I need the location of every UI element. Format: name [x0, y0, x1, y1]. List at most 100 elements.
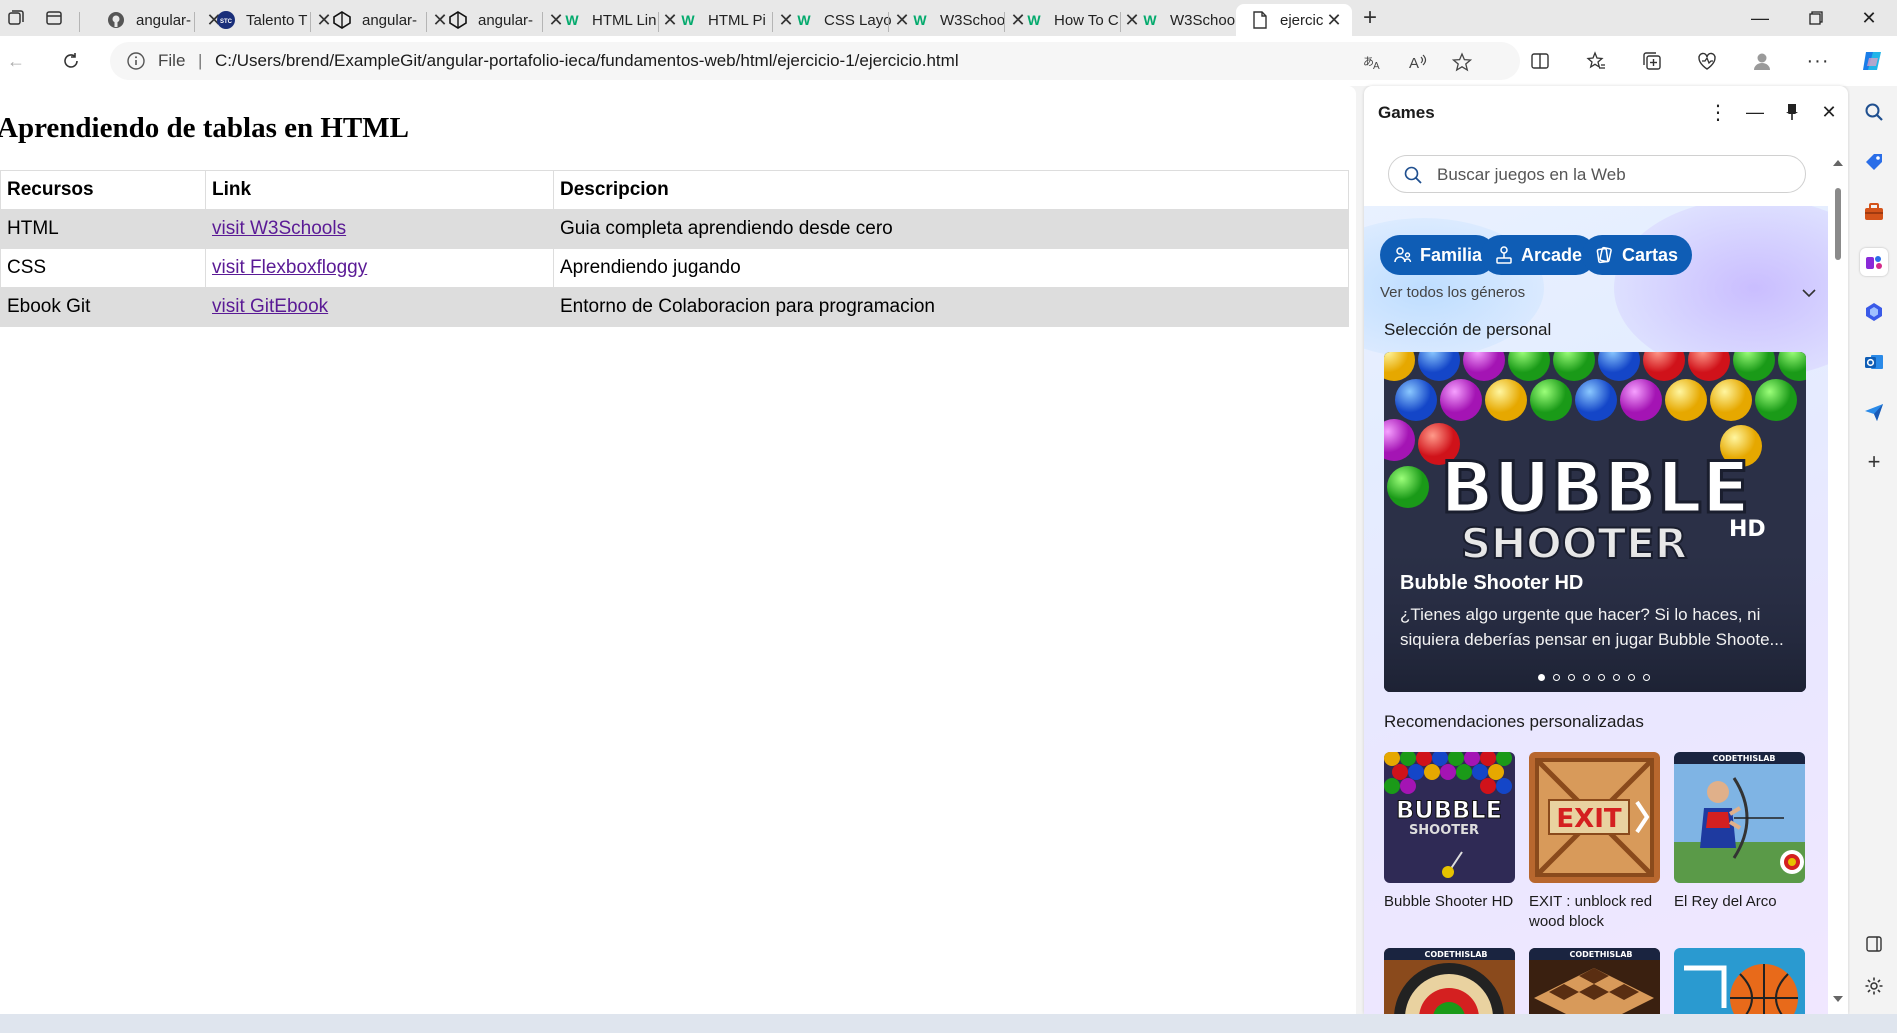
scroll-down-icon[interactable] [1832, 992, 1844, 1004]
panel-more-icon[interactable]: ⋮ [1704, 98, 1732, 126]
resource-link[interactable]: visit Flexboxfloggy [212, 257, 367, 278]
reload-icon[interactable] [57, 47, 85, 75]
panel-scrollbar[interactable] [1828, 138, 1848, 1014]
card-art-line1: BUBBLE [1396, 796, 1502, 824]
games-icon[interactable] [1860, 248, 1888, 276]
all-genres-link[interactable]: Ver todos los géneros [1380, 284, 1525, 301]
panel-close-icon[interactable]: ✕ [1815, 98, 1843, 126]
read-aloud-icon[interactable]: A [1406, 50, 1430, 74]
genre-cartas-button[interactable]: Cartas [1582, 235, 1693, 275]
restore-icon[interactable] [1788, 0, 1844, 36]
translate-icon[interactable]: あA [1360, 50, 1384, 74]
settings-gear-icon[interactable] [1860, 972, 1888, 1000]
game-card[interactable]: CODETHISLAB El Rey del Arco [1674, 752, 1805, 912]
games-search-input[interactable]: Buscar juegos en la Web [1388, 155, 1806, 193]
resource-link[interactable]: visit W3Schools [212, 218, 346, 239]
add-icon[interactable]: + [1860, 448, 1888, 476]
scroll-thumb[interactable] [1835, 188, 1841, 260]
panel-minimize-icon[interactable]: — [1741, 98, 1769, 126]
carousel-dot[interactable] [1643, 674, 1650, 681]
featured-game-card[interactable]: BUBBLE SHOOTER HD Bubble Shooter HD ¿Tie… [1384, 352, 1806, 692]
page-viewport: Aprendiendo de tablas en HTML Recursos L… [0, 86, 1356, 1014]
game-card[interactable]: CODETHISLAB [1529, 948, 1660, 1014]
search-area: Buscar juegos en la Web [1364, 138, 1828, 206]
genre-arcade-button[interactable]: Arcade [1481, 235, 1597, 275]
table-row: CSS visit Flexboxfloggy Aprendiendo juga… [0, 248, 1349, 288]
tab-actions-icon[interactable] [40, 6, 68, 30]
scroll-up-icon[interactable] [1832, 156, 1844, 168]
carousel-dot[interactable] [1628, 674, 1635, 681]
new-tab-icon[interactable]: + [1356, 4, 1384, 31]
page-heading: Aprendiendo de tablas en HTML [0, 112, 409, 144]
stc-icon: STC [216, 10, 236, 30]
codepen-icon [448, 10, 468, 30]
carousel-dot[interactable] [1568, 674, 1575, 681]
carousel-dot[interactable] [1553, 674, 1560, 681]
tab-title: HTML Lin [592, 11, 657, 29]
more-options-icon[interactable]: ··· [1804, 47, 1832, 75]
game-thumbnail: BUBBLE SHOOTER [1384, 752, 1515, 883]
tab-separator [772, 12, 773, 32]
tools-icon[interactable] [1860, 198, 1888, 226]
outlook-icon[interactable] [1860, 348, 1888, 376]
panel-header: Games ⋮ — ✕ [1364, 86, 1848, 138]
carousel-dot[interactable] [1583, 674, 1590, 681]
genre-familia-button[interactable]: Familia [1380, 235, 1497, 275]
profile-avatar-icon[interactable] [1748, 47, 1776, 75]
search-icon[interactable] [1860, 98, 1888, 126]
game-thumbnail: CODETHISLAB [1674, 752, 1805, 883]
search-placeholder: Buscar juegos en la Web [1437, 165, 1626, 184]
pin-icon[interactable] [1778, 98, 1806, 126]
window-close-icon[interactable]: ✕ [1841, 0, 1897, 36]
game-card[interactable] [1674, 948, 1805, 1014]
art-title-suffix: HD [1729, 517, 1766, 542]
tab-title: Talento T [246, 11, 308, 29]
split-screen-icon[interactable] [1526, 47, 1554, 75]
address-url[interactable]: C:/Users/brend/ExampleGit/angular-portaf… [215, 51, 959, 71]
w3schools-icon: W [1027, 12, 1041, 28]
tab-separator [658, 12, 659, 32]
featured-game-title: Bubble Shooter HD [1400, 572, 1584, 594]
file-icon [1250, 10, 1270, 30]
description-cell: Guia completa aprendiendo desde cero [553, 209, 1349, 249]
microsoft-365-icon[interactable] [1860, 298, 1888, 326]
w3schools-icon: W [913, 12, 927, 28]
close-icon[interactable]: ✕ [1324, 10, 1344, 30]
favorites-icon[interactable] [1582, 47, 1610, 75]
carousel-dots[interactable] [1538, 674, 1650, 681]
browser-essentials-icon[interactable] [1693, 47, 1721, 75]
favorite-star-icon[interactable] [1450, 50, 1474, 74]
carousel-dot[interactable] [1613, 674, 1620, 681]
tab-separator [310, 12, 311, 32]
featured-game-description: ¿Tienes algo urgente que hacer? Si lo ha… [1400, 605, 1784, 649]
card-badge: CODETHISLAB [1712, 754, 1775, 763]
tab-separator [194, 12, 195, 32]
address-separator: | [198, 51, 203, 70]
info-icon[interactable] [126, 51, 146, 71]
game-card[interactable]: EXIT EXIT : unblock red wood block [1529, 752, 1660, 932]
address-bar[interactable]: File | C:/Users/brend/ExampleGit/angular… [110, 42, 1520, 80]
codepen-icon [332, 10, 352, 30]
carousel-dot[interactable] [1598, 674, 1605, 681]
send-icon[interactable] [1860, 398, 1888, 426]
os-taskbar [0, 1014, 1897, 1033]
decorative-glow [1614, 198, 1828, 378]
game-card[interactable]: CODETHISLAB [1384, 948, 1515, 1014]
collections-icon[interactable] [1638, 47, 1666, 75]
genre-label: Arcade [1521, 244, 1583, 265]
shopping-tag-icon[interactable] [1860, 148, 1888, 176]
back-icon[interactable]: ← [2, 47, 30, 75]
genre-label: Familia [1420, 244, 1483, 265]
workspaces-icon[interactable] [2, 6, 30, 30]
copilot-icon[interactable] [1858, 47, 1886, 75]
minimize-icon[interactable]: — [1732, 0, 1788, 36]
resource-link[interactable]: visit GitEbook [212, 296, 328, 317]
link-cell: visit W3Schools [205, 209, 554, 249]
game-card[interactable]: BUBBLE SHOOTER Bubble Shooter HD [1384, 752, 1515, 912]
sidebar-layout-icon[interactable] [1860, 930, 1888, 958]
card-badge: CODETHISLAB [1569, 950, 1632, 959]
carousel-dot[interactable] [1538, 674, 1545, 681]
game-thumbnail: EXIT [1529, 752, 1660, 883]
tab-ejercicio[interactable]: ejercicio. ✕ [1236, 4, 1352, 36]
chevron-down-icon[interactable] [1798, 282, 1820, 304]
